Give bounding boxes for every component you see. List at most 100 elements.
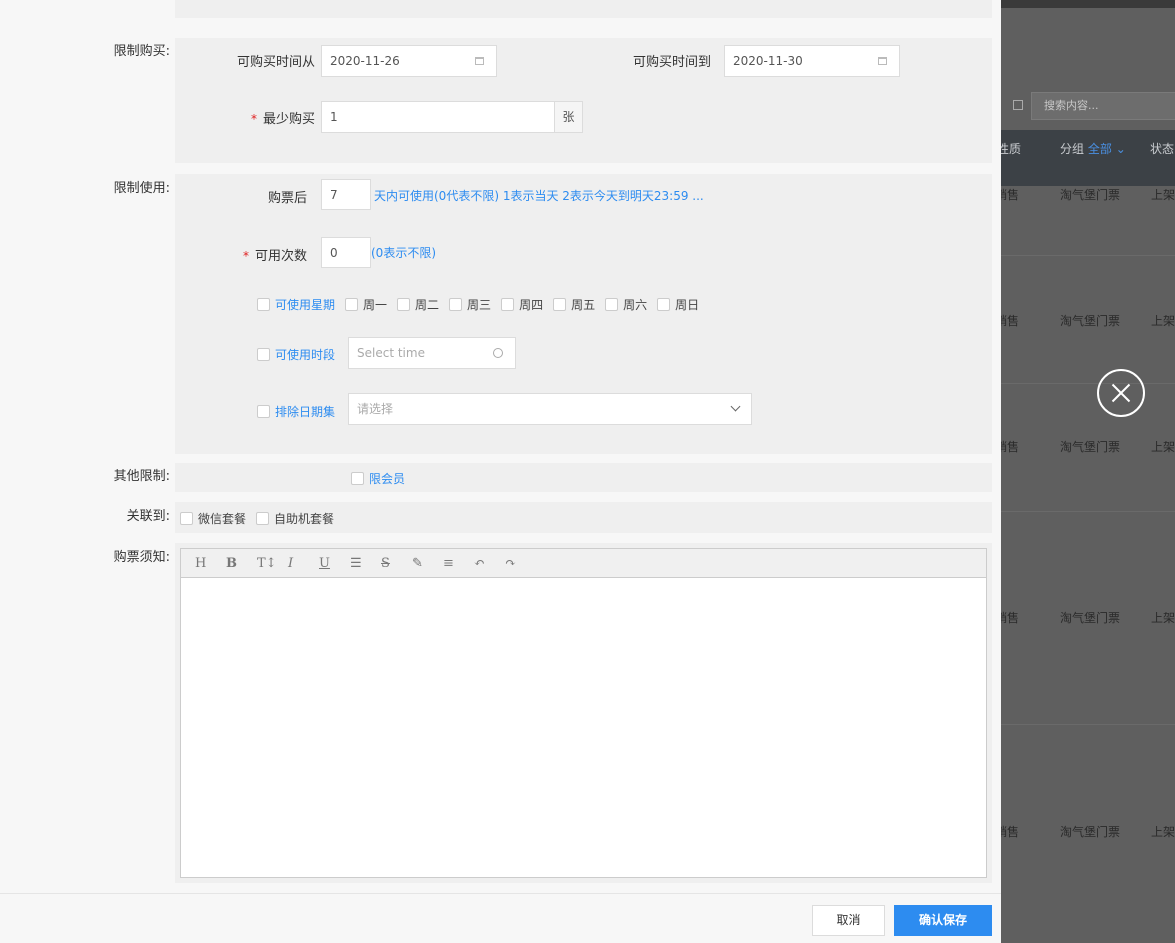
exclude-dates-checkbox[interactable]: [257, 405, 270, 418]
notice-label: 购票须知:: [113, 550, 170, 565]
weekday-checkbox-wed[interactable]: [449, 298, 463, 311]
background-search-input: 搜索内容...: [1031, 92, 1175, 120]
weekday-checkbox-sun[interactable]: [657, 298, 671, 311]
column-nature: 性质: [1001, 142, 1022, 156]
time-range-placeholder: Select time: [357, 346, 425, 360]
purchase-to-value: 2020-11-30: [733, 54, 803, 68]
kiosk-package-checkbox[interactable]: [256, 512, 270, 525]
member-only-checkbox[interactable]: [351, 472, 364, 485]
column-group: 分组 全部 ⌄: [1060, 140, 1126, 157]
previous-section-strip: [175, 0, 992, 18]
member-only-row: 限会员: [351, 470, 415, 487]
min-purchase-input[interactable]: 1: [321, 101, 555, 133]
weekday-checkbox-sat[interactable]: [605, 298, 619, 311]
purchase-to-label: 可购买时间到: [632, 55, 711, 70]
after-purchase-label: 购票后: [267, 191, 307, 206]
cell-type: 销售: [1001, 440, 1020, 454]
purchase-to-date-input[interactable]: 2020-11-30: [724, 45, 900, 77]
cell-group: 淘气堡门票: [1060, 825, 1121, 839]
usage-times-hint: (0表示不限): [371, 246, 436, 260]
weekday-label: 周六: [623, 298, 648, 312]
underline-icon[interactable]: U: [319, 556, 350, 571]
weekday-label: 周一: [363, 298, 388, 312]
purchase-from-date-input[interactable]: 2020-11-26: [321, 45, 497, 77]
strikethrough-icon[interactable]: S: [381, 556, 412, 571]
calendar-icon: [878, 57, 887, 65]
cell-status: 上架: [1151, 611, 1175, 625]
background-topbar: [1001, 0, 1175, 8]
weekday-checkbox-thu[interactable]: [501, 298, 515, 311]
member-only-label: 限会员: [369, 472, 406, 486]
usage-times-input[interactable]: 0: [321, 237, 371, 268]
min-purchase-value: 1: [330, 110, 338, 124]
bold-icon[interactable]: B: [226, 556, 257, 571]
purchase-limit-panel: 可购买时间从 2020-11-26 可购买时间到 2020-11-30 * 最少购…: [175, 38, 992, 163]
other-limit-panel: 限会员: [175, 463, 992, 492]
column-status: 状态: [1150, 142, 1175, 156]
exclude-dates-label: 排除日期集: [275, 405, 336, 419]
weekday-label: 周二: [415, 298, 440, 312]
required-mark: *: [250, 112, 257, 126]
background-table-header: 性质 分组 全部 ⌄ 状态: [1001, 130, 1175, 186]
redo-icon[interactable]: ↷: [505, 556, 536, 571]
wechat-package-checkbox[interactable]: [180, 512, 193, 525]
editor-toolbar: H B T↕ I U ☰ S ✎ ≡ ↶ ↷: [181, 549, 986, 578]
rich-text-editor: H B T↕ I U ☰ S ✎ ≡ ↶ ↷: [180, 548, 987, 878]
time-range-picker[interactable]: Select time: [348, 337, 516, 369]
valid-days-value: 7: [330, 188, 338, 202]
link-to-options: 微信套餐 自助机套餐: [180, 510, 344, 527]
min-purchase-label-text: 最少购买: [262, 112, 315, 127]
period-row: 可使用时段: [257, 346, 345, 363]
table-row: 销售 淘气堡门票 上架: [1001, 725, 1175, 943]
edit-dialog: 限制购买: 可购买时间从 2020-11-26 可购买时间到 2020-11-3…: [0, 0, 1001, 943]
valid-days-hint: 天内可使用(0代表不限) 1表示当天 2表示今天到明天23:59 ...: [374, 189, 704, 203]
weekday-enable-checkbox[interactable]: [257, 298, 270, 311]
chevron-down-icon: [730, 401, 741, 412]
chevron-down-icon: ⌄: [1115, 142, 1126, 156]
weekday-enable-label: 可使用星期: [275, 298, 336, 312]
weekday-checkbox-fri[interactable]: [553, 298, 567, 311]
weekday-label: 周日: [675, 298, 700, 312]
heading-icon[interactable]: H: [195, 556, 226, 571]
required-mark: *: [242, 249, 249, 263]
list-icon[interactable]: ☰: [350, 556, 381, 571]
clock-icon: [493, 348, 503, 358]
align-icon[interactable]: ≡: [443, 556, 474, 571]
cell-type: 销售: [1001, 825, 1020, 839]
font-size-icon[interactable]: T↕: [257, 556, 288, 571]
cell-group: 淘气堡门票: [1060, 314, 1121, 328]
valid-days-input[interactable]: 7: [321, 179, 371, 210]
min-purchase-unit: 张: [554, 101, 583, 133]
min-purchase-label: * 最少购买: [215, 108, 315, 127]
save-button[interactable]: 确认保存: [894, 905, 992, 936]
link-to-panel: 微信套餐 自助机套餐: [175, 502, 992, 533]
table-row: 销售 淘气堡门票 上架: [1001, 186, 1175, 256]
usage-limit-panel: 购票后 7 天内可使用(0代表不限) 1表示当天 2表示今天到明天23:59 .…: [175, 174, 992, 454]
usage-limit-label: 限制使用:: [113, 181, 170, 196]
weekday-checkbox-tue[interactable]: [397, 298, 411, 311]
period-enable-checkbox[interactable]: [257, 348, 270, 361]
cell-type: 销售: [1001, 188, 1020, 202]
exclude-dates-row: 排除日期集: [257, 403, 345, 420]
cell-status: 上架: [1151, 825, 1175, 839]
link-to-label: 关联到:: [126, 509, 170, 524]
weekday-checkbox-mon[interactable]: [345, 298, 359, 311]
wechat-package-label: 微信套餐: [198, 512, 247, 526]
editor-content-area[interactable]: [181, 578, 986, 877]
calendar-icon: [475, 57, 484, 65]
close-icon[interactable]: [1097, 369, 1145, 417]
weekday-label: 周五: [571, 298, 596, 312]
undo-icon[interactable]: ↶: [474, 556, 505, 571]
kiosk-package-label: 自助机套餐: [274, 512, 335, 526]
italic-icon[interactable]: I: [288, 556, 319, 571]
weekday-label: 周四: [519, 298, 544, 312]
cancel-button[interactable]: 取消: [812, 905, 885, 936]
table-row: 销售 淘气堡门票 上架: [1001, 512, 1175, 725]
exclude-dates-select[interactable]: 请选择: [348, 393, 752, 425]
purchase-from-value: 2020-11-26: [330, 54, 400, 68]
cell-type: 销售: [1001, 611, 1020, 625]
usage-times-label-text: 可用次数: [254, 249, 307, 264]
highlight-icon[interactable]: ✎: [412, 556, 443, 571]
cell-status: 上架: [1151, 440, 1175, 454]
background-page: 搜索内容... 性质 分组 全部 ⌄ 状态 销售 淘气堡门票 上架 销售 淘气堡…: [1001, 0, 1175, 943]
